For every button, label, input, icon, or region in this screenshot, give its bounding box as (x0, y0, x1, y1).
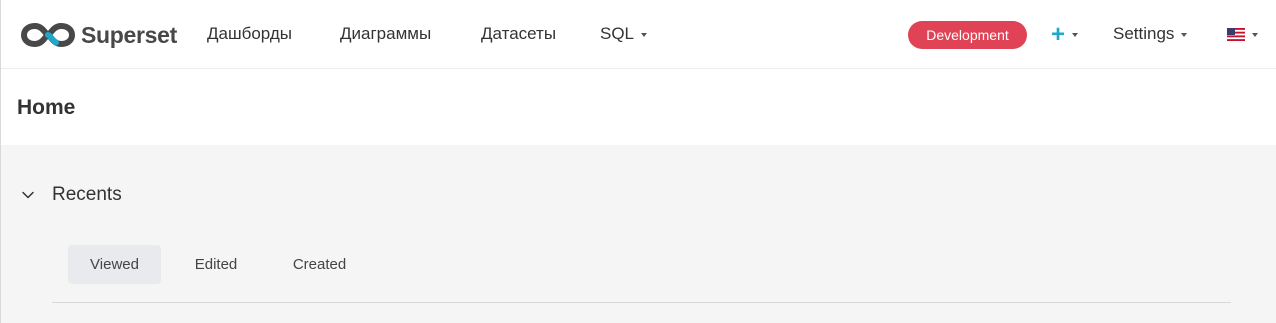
tab-viewed[interactable]: Viewed (68, 245, 161, 284)
plus-icon: + (1051, 21, 1066, 48)
superset-logo-icon (21, 21, 75, 49)
us-flag-icon (1227, 28, 1245, 41)
nav-item-dashboards[interactable]: Дашборды (207, 24, 292, 44)
chevron-down-icon (21, 188, 35, 202)
nav-item-datasets[interactable]: Датасеты (481, 24, 556, 44)
top-navbar: Superset Дашборды Диаграммы Датасеты SQL… (1, 0, 1276, 69)
nav-item-sql[interactable]: SQL (600, 24, 648, 44)
add-new-menu[interactable]: + (1051, 20, 1079, 50)
settings-label: Settings (1113, 24, 1175, 43)
recents-collapse-header[interactable]: Recents (21, 183, 122, 207)
tabs-divider (52, 302, 1231, 303)
settings-menu[interactable]: Settings (1113, 24, 1188, 44)
tab-edited[interactable]: Edited (173, 245, 259, 284)
brand-name: Superset (81, 21, 178, 48)
brand-logo[interactable]: Superset (21, 20, 177, 50)
nav-item-charts[interactable]: Диаграммы (340, 24, 431, 44)
environment-badge: Development (908, 21, 1027, 49)
caret-down-icon (1072, 33, 1079, 37)
caret-down-icon (1181, 32, 1188, 37)
recents-label: Recents (52, 184, 122, 205)
caret-down-icon (641, 32, 648, 37)
language-picker[interactable] (1227, 28, 1258, 41)
tab-created[interactable]: Created (275, 245, 364, 284)
caret-down-icon (1252, 32, 1258, 37)
page-title: Home (17, 96, 76, 119)
nav-item-sql-label: SQL (600, 24, 635, 43)
page-header: Home (1, 69, 1276, 145)
